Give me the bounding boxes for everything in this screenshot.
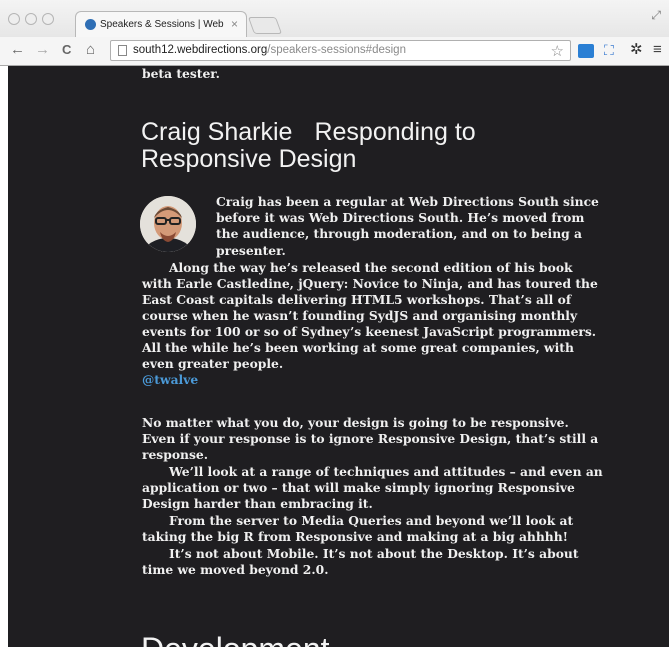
reload-button[interactable]: C — [62, 41, 71, 59]
abstract-line: We’ll look at a range of techniques and … — [169, 464, 603, 479]
bio-line: the audience, through moderation, and on… — [216, 226, 582, 241]
bio-line: East Coast capitals delivering HTML5 wor… — [142, 292, 572, 307]
bio-line: course when he wasn’t founding SydJS and… — [142, 308, 578, 323]
zoom-window-button[interactable] — [42, 13, 54, 25]
abstract-line: Even if your response is to ignore Respo… — [142, 431, 599, 446]
speaker-photo — [140, 196, 196, 252]
fullscreen-icon[interactable]: ⤢ — [651, 8, 661, 23]
bio-line: All the while he’s been working at some … — [142, 340, 574, 355]
talk-title-line2: Responsive Design — [141, 145, 357, 173]
address-bar[interactable]: south12.webdirections.org/speakers-sessi… — [110, 40, 571, 61]
bio-line: before it was Web Directions South. He’s… — [216, 210, 585, 225]
abstract-line: It’s not about Mobile. It’s not about th… — [169, 546, 579, 561]
url-text: south12.webdirections.org/speakers-sessi… — [133, 44, 406, 56]
speaker-name: Craig Sharkie — [141, 118, 293, 146]
forward-button[interactable]: → — [35, 41, 50, 59]
extension-icon[interactable] — [578, 44, 594, 58]
previous-bio-tail: beta tester. — [142, 66, 220, 81]
next-section-heading: Development — [141, 631, 330, 647]
browser-menu-icon[interactable]: ≡ — [653, 41, 662, 59]
abstract-line: application or two – that will make simp… — [142, 480, 575, 495]
bio-line: with Earle Castledine, jQuery: Novice to… — [142, 276, 598, 291]
abstract-line: taking the big R from Responsive and mak… — [142, 529, 569, 544]
tab-close-icon[interactable]: × — [231, 17, 238, 31]
screen-capture-icon[interactable]: ⛶ — [604, 41, 614, 59]
bio-line: Craig has been a regular at Web Directio… — [216, 194, 599, 209]
abstract-line: Design harder than embracing it. — [142, 496, 373, 511]
web-directions-favicon-icon — [85, 19, 96, 30]
talk-title-line1: Responding to — [314, 118, 476, 146]
browser-toolbar: ← → C ⌂ south12.webdirections.org/speake… — [0, 37, 669, 65]
bio-line: presenter. — [216, 243, 286, 258]
new-tab-button[interactable] — [247, 17, 283, 34]
bookmark-star-icon[interactable]: ☆ — [551, 42, 564, 60]
window-edge — [0, 66, 8, 647]
browser-chrome: Speakers & Sessions | Web D × ⤢ ← → C ⌂ … — [0, 0, 669, 66]
page-icon — [118, 45, 127, 56]
settings-gear-icon[interactable]: ✲ — [630, 41, 643, 59]
speaker-avatar — [140, 196, 196, 252]
abstract-line: response. — [142, 447, 208, 462]
page-content: beta tester. Craig Sharkie Responding to … — [8, 66, 669, 647]
bio-line: events for 100 or so of Sydney’s keenest… — [142, 324, 597, 339]
bio-line: Along the way he’s released the second e… — [169, 260, 573, 275]
tab-speakers-sessions[interactable]: Speakers & Sessions | Web D × — [75, 11, 247, 38]
back-button[interactable]: ← — [10, 41, 25, 59]
abstract-line: From the server to Media Queries and bey… — [169, 513, 574, 528]
tab-strip: Speakers & Sessions | Web D × ⤢ — [0, 0, 669, 38]
home-button[interactable]: ⌂ — [86, 41, 95, 59]
abstract-line: No matter what you do, your design is go… — [142, 415, 569, 430]
tab-title: Speakers & Sessions | Web D — [100, 19, 225, 30]
twitter-handle-link[interactable]: @twalve — [142, 372, 198, 387]
session-heading: Craig Sharkie Responding to Responsive De… — [141, 119, 476, 173]
close-window-button[interactable] — [8, 13, 20, 25]
abstract-line: time we moved beyond 2.0. — [142, 562, 329, 577]
minimize-window-button[interactable] — [25, 13, 37, 25]
bio-line: even greater people. — [142, 356, 284, 371]
